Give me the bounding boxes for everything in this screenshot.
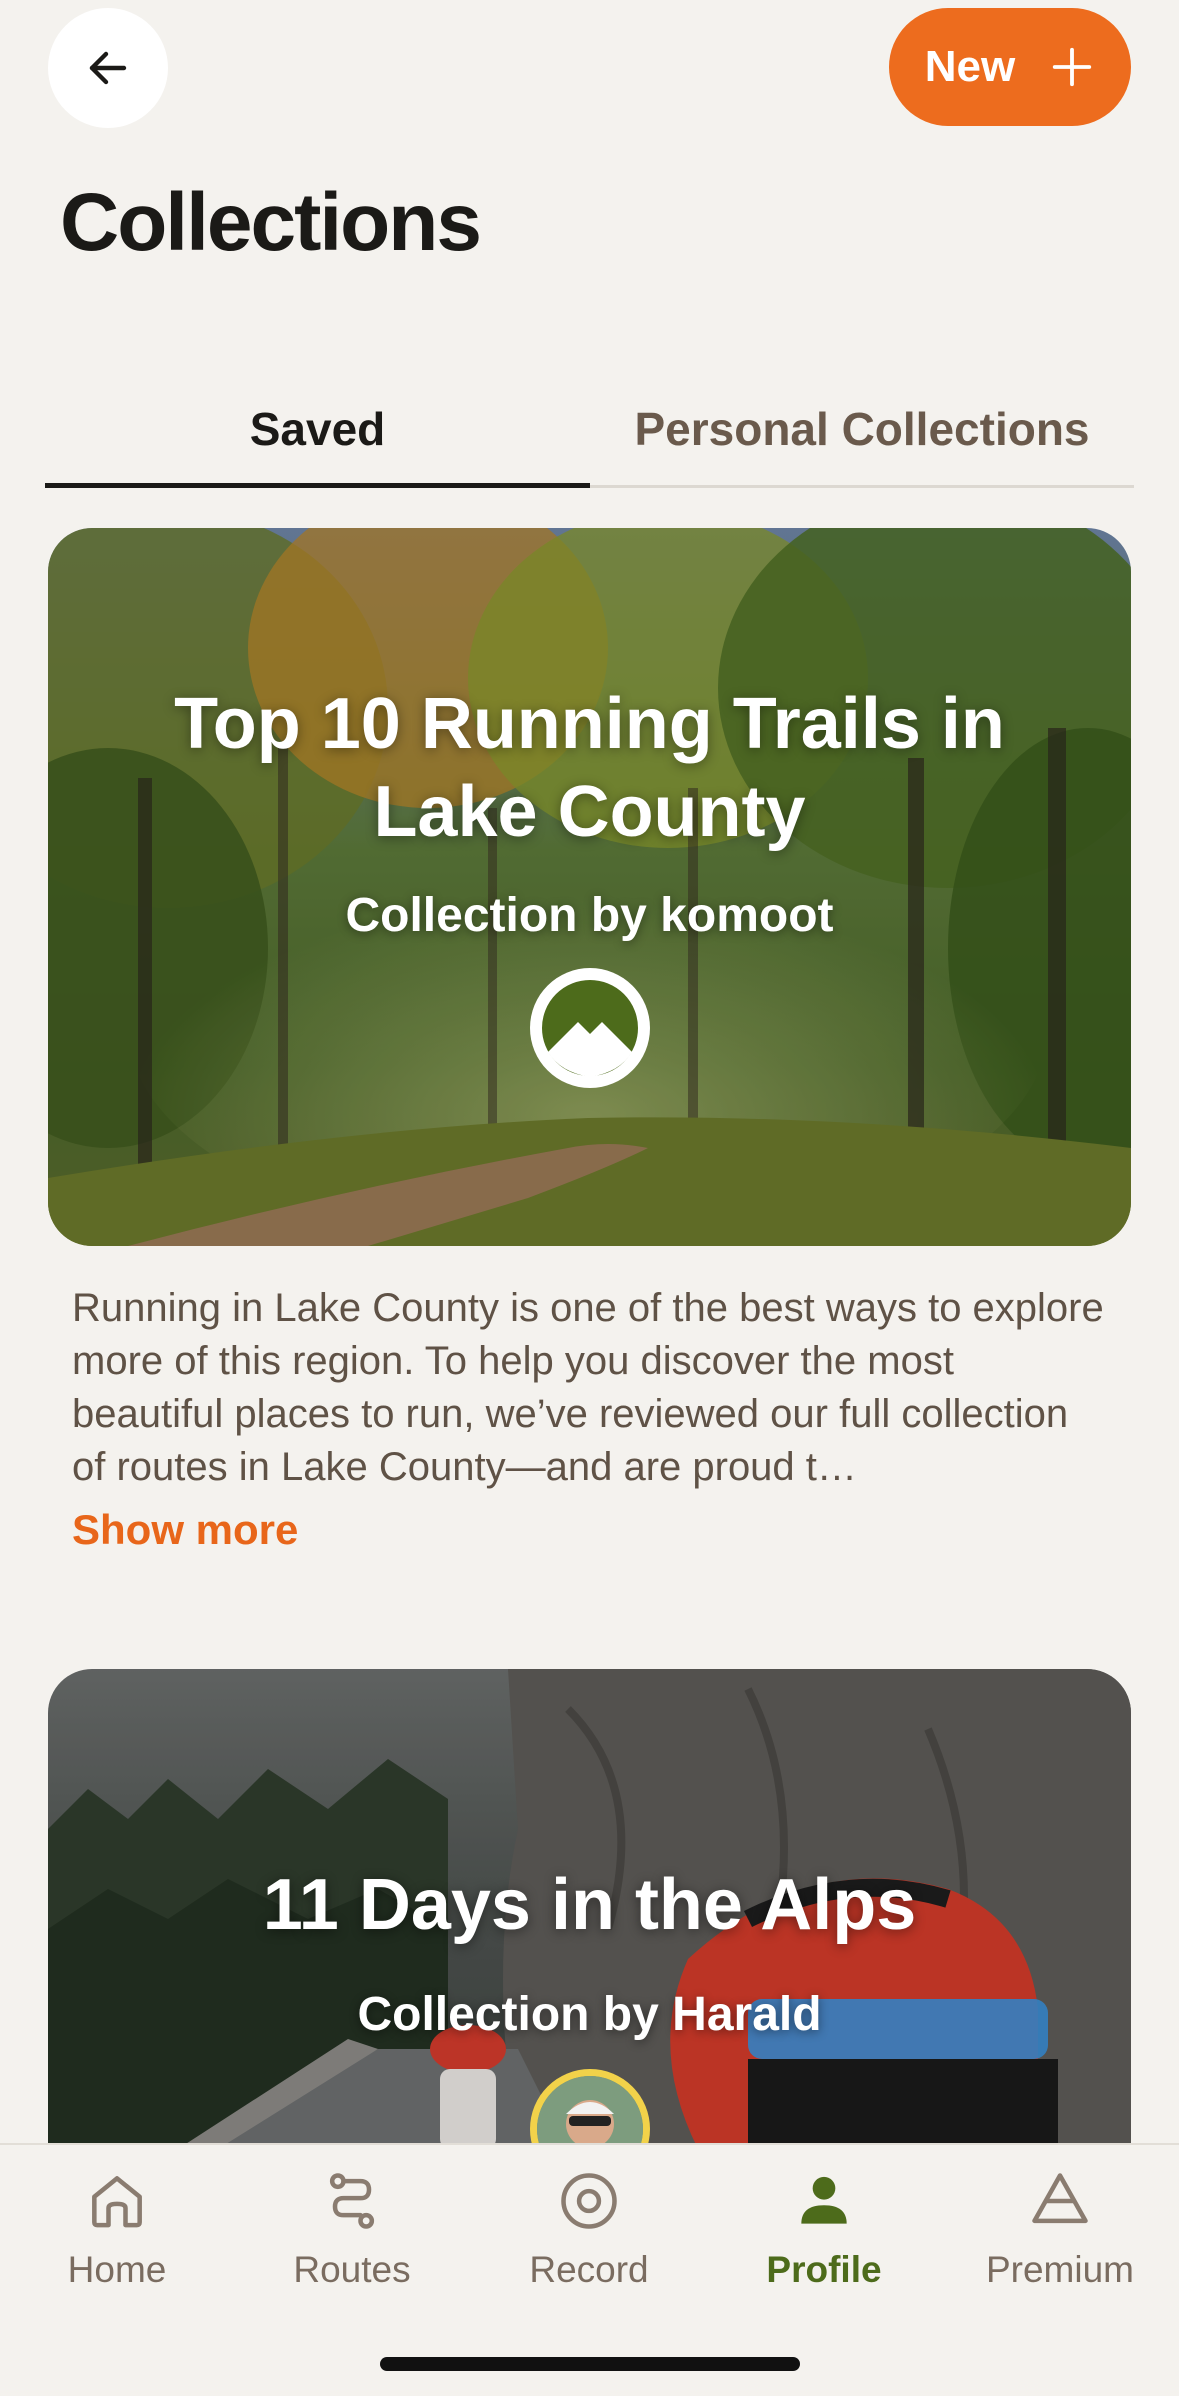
collection-author: Collection by komoot <box>345 889 834 942</box>
record-icon <box>561 2173 617 2229</box>
show-more-link[interactable]: Show more <box>72 1506 298 1554</box>
routes-icon <box>329 2173 375 2229</box>
nav-record[interactable]: Record <box>489 2163 689 2291</box>
nav-profile-label: Profile <box>766 2249 882 2290</box>
tab-bar: Saved Personal Collections <box>45 372 1134 488</box>
new-collection-button[interactable]: New <box>889 8 1131 126</box>
home-icon <box>92 2176 142 2228</box>
nav-routes-label: Routes <box>293 2249 411 2290</box>
collection-card[interactable]: Top 10 Running Trails in Lake County Col… <box>48 528 1131 1246</box>
komoot-logo-icon <box>530 968 650 1088</box>
nav-premium[interactable]: Premium <box>960 2163 1160 2291</box>
home-indicator <box>380 2357 800 2371</box>
collection-title: 11 Days in the Alps <box>262 1865 917 1945</box>
nav-home[interactable]: Home <box>17 2163 217 2291</box>
premium-icon <box>1032 2173 1088 2224</box>
back-button[interactable] <box>48 8 168 128</box>
nav-profile[interactable]: Profile <box>724 2163 924 2291</box>
profile-icon <box>801 2176 847 2224</box>
page-title: Collections <box>60 177 482 268</box>
nav-home-label: Home <box>67 2249 167 2290</box>
collection-card[interactable]: 11 Days in the Alps Collection by Harald <box>48 1669 1131 2149</box>
collection-author: Collection by Harald <box>357 1988 822 2041</box>
collection-title: Top 10 Running Trails in Lake County <box>174 684 1005 852</box>
plus-icon <box>1053 47 1092 87</box>
tab-personal-collections[interactable]: Personal Collections <box>590 372 1134 485</box>
tab-saved[interactable]: Saved <box>45 372 590 488</box>
collection-description: Running in Lake County is one of the bes… <box>72 1286 1104 1489</box>
nav-routes[interactable]: Routes <box>252 2163 452 2291</box>
arrow-left-icon <box>89 51 127 85</box>
nav-premium-label: Premium <box>985 2249 1135 2290</box>
new-button-label: New <box>924 42 1016 91</box>
nav-record-label: Record <box>529 2249 649 2290</box>
forest-trail-image <box>48 528 1131 1246</box>
